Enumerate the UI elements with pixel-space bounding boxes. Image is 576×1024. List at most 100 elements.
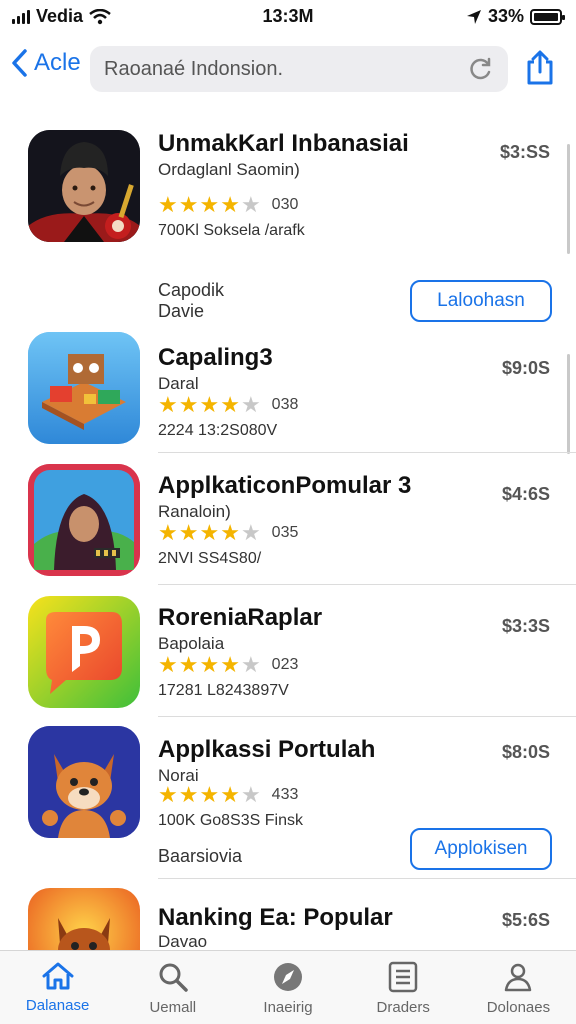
rating-count: 038	[271, 396, 299, 413]
tab-account[interactable]: Dolonaes	[461, 951, 576, 1024]
tab-label: Dolonaes	[486, 999, 551, 1016]
status-bar: Vedia 13:3M 33%	[0, 0, 576, 34]
search-text: Raoanaé Indonsion.	[104, 57, 284, 80]
back-label: Acle	[34, 49, 81, 76]
app-list[interactable]: UnmakKarl Inbanasiai Ordaglanl Saomin) ★…	[0, 108, 576, 950]
star-full-icon: ★	[199, 520, 220, 545]
star-full-icon: ★	[158, 192, 178, 217]
battery-percent: 33%	[487, 6, 524, 26]
tab-home[interactable]: Dalanase	[0, 951, 115, 1024]
search-field[interactable]: Raoanaé Indonsion.	[90, 46, 508, 92]
share-icon[interactable]	[524, 50, 556, 86]
rating-count: 023	[271, 656, 299, 673]
app-meta: 2NVI SS4S80/	[158, 550, 262, 567]
divider	[158, 584, 576, 585]
refresh-icon[interactable]	[468, 56, 494, 82]
app-title: UnmakKarl Inbanasiai	[158, 130, 409, 157]
star-full-icon: ★	[158, 652, 178, 677]
tab-bar: Dalanase Uemall Inaeirig Draders Dolonae…	[0, 950, 576, 1024]
tab-label: Dalanase	[25, 997, 90, 1014]
nav-bar: Acle Raoanaé Indonsion.	[0, 40, 576, 98]
star-half-icon: ★	[240, 652, 261, 677]
tab-label: Inaeirig	[263, 999, 313, 1016]
app-title: Nanking Ea: Popular	[158, 904, 393, 931]
app-subtitle: Daral	[158, 374, 199, 393]
app-subtitle: Ordaglanl Saomin)	[158, 160, 300, 179]
back-button[interactable]: Acle	[10, 48, 81, 78]
app-meta: 100K Go8S3S Finsk	[158, 812, 303, 829]
star-half-icon: ★	[240, 782, 261, 807]
star-full-icon: ★	[158, 520, 178, 545]
list-item[interactable]: Nanking Ea: Popular Davao ★ ★ ★ ★ ★ 031 …	[0, 880, 576, 950]
location-arrow-icon	[466, 9, 481, 24]
app-price[interactable]: $3:3S	[502, 616, 550, 637]
developer-label: Baarsiovia	[158, 846, 243, 866]
app-price[interactable]: $4:6S	[502, 484, 550, 505]
search-icon	[159, 963, 188, 992]
app-icon-person[interactable]	[28, 130, 140, 242]
star-empty-icon: ★	[240, 192, 261, 217]
divider	[158, 878, 576, 879]
list-item[interactable]: Applkassi Portulah Norai ★ ★ ★ ★ ★ 433 1…	[0, 726, 576, 880]
status-right: 33%	[466, 6, 565, 27]
star-full-icon: ★	[220, 520, 240, 545]
divider	[158, 716, 576, 717]
star-full-icon: ★	[220, 782, 240, 807]
battery-icon	[530, 8, 565, 25]
app-meta: 17281 L8243897V	[158, 682, 289, 699]
star-rating: ★ ★ ★ ★ ★ 035	[158, 520, 298, 546]
chevron-left-icon	[12, 49, 27, 77]
list-item[interactable]: Capaling3 Daral ★ ★ ★ ★ ★ 038 2224 13:2S…	[0, 330, 576, 462]
star-full-icon: ★	[178, 192, 199, 217]
tab-label: Uemall	[149, 999, 197, 1016]
scroll-indicator	[567, 354, 570, 454]
app-price[interactable]: $9:0S	[502, 358, 550, 379]
app-meta: 2224 13:2S080V	[158, 422, 278, 439]
star-full-icon: ★	[178, 392, 199, 417]
tab-explore[interactable]: Inaeirig	[230, 951, 345, 1024]
tab-orders[interactable]: Draders	[346, 951, 461, 1024]
app-icon-play[interactable]	[28, 596, 140, 708]
list-item[interactable]: ApplkaticonPomular 3 Ranaloin) ★ ★ ★ ★ ★…	[0, 462, 576, 594]
app-subtitle: Ranaloin)	[158, 502, 231, 521]
app-price[interactable]: $5:6S	[502, 910, 550, 931]
star-full-icon: ★	[178, 782, 199, 807]
tab-search[interactable]: Uemall	[115, 951, 230, 1024]
app-meta: 700Kl Soksela /arafk	[158, 222, 305, 239]
star-full-icon: ★	[220, 192, 240, 217]
rating-count: 030	[271, 196, 299, 213]
app-icon-fox-orange[interactable]	[28, 888, 140, 950]
star-full-icon: ★	[220, 652, 240, 677]
star-full-icon: ★	[178, 652, 199, 677]
app-title: RoreniaRaplar	[158, 604, 323, 631]
star-empty-icon: ★	[240, 520, 261, 545]
star-full-icon: ★	[199, 782, 220, 807]
star-full-icon: ★	[220, 392, 240, 417]
star-full-icon: ★	[199, 392, 220, 417]
star-full-icon: ★	[158, 782, 178, 807]
star-full-icon: ★	[178, 520, 199, 545]
developer-label: Capodik Davie	[158, 280, 225, 321]
star-half-icon: ★	[240, 392, 261, 417]
rating-count: 035	[271, 524, 299, 541]
rating-count: 433	[271, 786, 299, 803]
list-item[interactable]: UnmakKarl Inbanasiai Ordaglanl Saomin) ★…	[0, 108, 576, 330]
app-action-button[interactable]: Applokisen	[410, 828, 552, 870]
compass-icon	[274, 963, 302, 991]
app-icon-woman[interactable]	[28, 464, 140, 576]
star-rating: ★ ★ ★ ★ ★ 030	[158, 192, 298, 218]
app-icon-fox[interactable]	[28, 726, 140, 838]
app-title: ApplkaticonPomular 3	[158, 472, 412, 499]
star-rating: ★ ★ ★ ★ ★ 023	[158, 652, 298, 678]
app-icon-room[interactable]	[28, 332, 140, 444]
list-item[interactable]: RoreniaRaplar Bapolaia ★ ★ ★ ★ ★ 023 172…	[0, 594, 576, 726]
app-title: Applkassi Portulah	[158, 736, 376, 763]
home-icon	[42, 962, 74, 990]
star-full-icon: ★	[199, 192, 220, 217]
divider	[158, 452, 576, 453]
app-action-button[interactable]: Laloohasn	[410, 280, 552, 322]
tab-label: Draders	[376, 999, 430, 1016]
app-price[interactable]: $3:SS	[500, 142, 550, 163]
app-price[interactable]: $8:0S	[502, 742, 550, 763]
star-rating: ★ ★ ★ ★ ★ 433	[158, 782, 298, 808]
